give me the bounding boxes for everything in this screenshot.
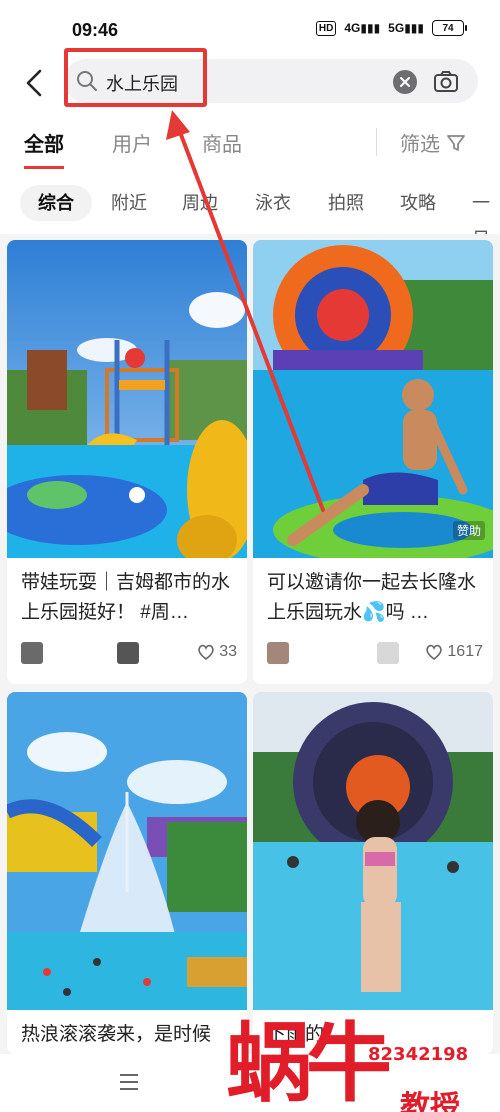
annotation-arrow (166, 110, 325, 512)
